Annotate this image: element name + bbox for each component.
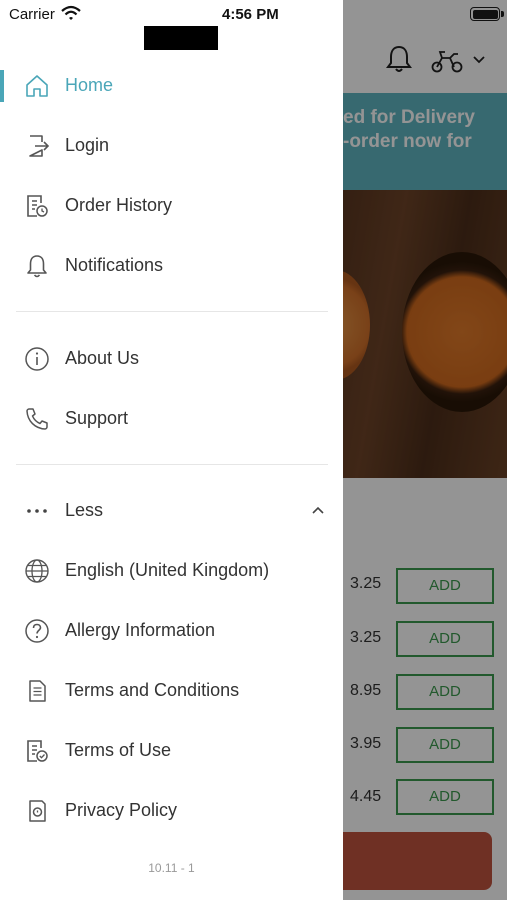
divider bbox=[16, 311, 328, 312]
menu-item-home[interactable]: Home bbox=[0, 59, 343, 113]
menu-item-allergy-information[interactable]: Allergy Information bbox=[0, 604, 343, 658]
menu-item-label: Terms and Conditions bbox=[65, 680, 240, 700]
menu-item-terms-of-use[interactable]: Terms of Use bbox=[0, 724, 343, 778]
menu-item-login[interactable]: Login bbox=[0, 119, 343, 173]
menu-item-less[interactable]: Less bbox=[0, 484, 343, 538]
login-icon bbox=[29, 135, 50, 157]
menu-item-order-history[interactable]: Order History bbox=[0, 179, 343, 233]
drawer-overlay[interactable] bbox=[343, 0, 507, 900]
navigation-drawer: Home Login Order History Notifications A… bbox=[0, 0, 343, 900]
bell-icon bbox=[27, 255, 47, 278]
menu-item-label: Support bbox=[65, 408, 129, 428]
privacy-icon bbox=[29, 800, 46, 822]
divider bbox=[16, 464, 328, 465]
menu-item-label: About Us bbox=[65, 348, 140, 368]
menu-item-label: Order History bbox=[65, 195, 173, 215]
order-history-icon bbox=[27, 195, 48, 217]
info-icon bbox=[25, 347, 49, 371]
menu-item-label: Home bbox=[65, 75, 114, 95]
menu-item-label: English (United Kingdom) bbox=[65, 560, 270, 580]
chevron-up-icon[interactable] bbox=[310, 504, 326, 516]
document-check-icon bbox=[27, 740, 48, 762]
question-icon bbox=[25, 619, 49, 643]
menu-item-label: Privacy Policy bbox=[65, 800, 178, 820]
status-bar: Carrier 4:56 PM bbox=[0, 0, 507, 30]
clock: 4:56 PM bbox=[222, 6, 279, 23]
menu-item-about-us[interactable]: About Us bbox=[0, 332, 343, 386]
menu-item-privacy-policy[interactable]: Privacy Policy bbox=[0, 784, 343, 838]
menu-item-terms-and-conditions[interactable]: Terms and Conditions bbox=[0, 664, 343, 718]
menu-item-label: Allergy Information bbox=[65, 620, 216, 640]
menu-item-notifications[interactable]: Notifications bbox=[0, 239, 343, 293]
menu-item-label: Terms of Use bbox=[65, 740, 172, 760]
menu-item-support[interactable]: Support bbox=[0, 392, 343, 446]
menu-item-label: Less bbox=[65, 500, 104, 520]
carrier-label: Carrier bbox=[9, 6, 55, 23]
battery-nub bbox=[501, 11, 504, 17]
wifi-icon bbox=[61, 5, 81, 20]
menu-item-language[interactable]: English (United Kingdom) bbox=[0, 544, 343, 598]
globe-icon bbox=[25, 559, 49, 583]
phone-icon bbox=[26, 408, 48, 430]
app-version: 10.11 - 1 bbox=[148, 861, 195, 875]
home-icon bbox=[26, 75, 48, 97]
menu-item-label: Login bbox=[65, 135, 110, 155]
more-dots-icon bbox=[27, 509, 47, 513]
document-icon bbox=[29, 680, 46, 702]
battery-icon bbox=[470, 7, 500, 21]
menu-item-label: Notifications bbox=[65, 255, 164, 275]
